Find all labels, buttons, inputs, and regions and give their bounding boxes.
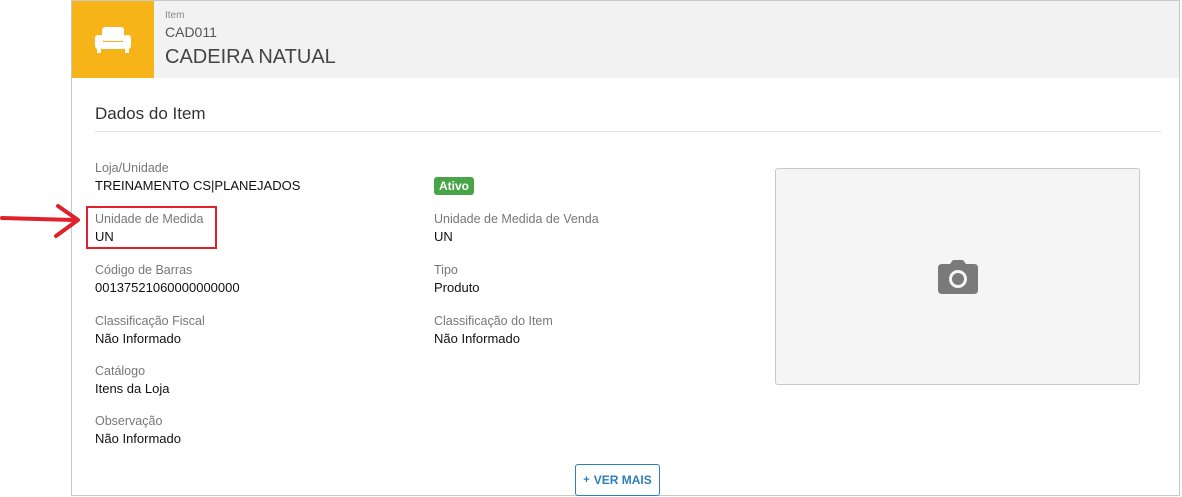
field-value: Não Informado <box>434 331 520 346</box>
camera-icon <box>937 259 978 294</box>
field-value: Não Informado <box>95 431 181 446</box>
field-value: UN <box>434 229 453 244</box>
plus-icon: + <box>583 474 590 486</box>
field-label: Tipo <box>434 263 458 277</box>
status-badge: Ativo <box>434 177 474 195</box>
item-label: Item <box>165 10 185 21</box>
section-title: Dados do Item <box>95 104 206 123</box>
field-value: Produto <box>434 280 480 295</box>
item-name: CADEIRA NATUAL <box>165 46 336 68</box>
field-label: Observação <box>95 414 163 428</box>
item-code: CAD011 <box>165 24 217 40</box>
field-label: Loja/Unidade <box>95 161 169 175</box>
section-divider <box>95 131 1161 132</box>
field-tipo: Tipo Produto <box>434 263 480 297</box>
field-value: TREINAMENTO CS|PLANEJADOS <box>95 178 301 193</box>
item-header-text: Item CAD011 CADEIRA NATUAL <box>165 10 336 69</box>
item-card: Item CAD011 CADEIRA NATUAL Dados do Item… <box>71 0 1180 496</box>
field-value: Itens da Loja <box>95 381 170 396</box>
field-label: Classificação Fiscal <box>95 314 205 328</box>
field-value: Não Informado <box>95 331 181 346</box>
field-label: Código de Barras <box>95 263 193 277</box>
field-classificacao-fiscal: Classificação Fiscal Não Informado <box>95 314 205 348</box>
field-label: Catálogo <box>95 364 146 378</box>
photo-upload-box[interactable] <box>775 168 1140 385</box>
field-loja-unidade: Loja/Unidade TREINAMENTO CS|PLANEJADOS <box>95 161 300 195</box>
arrow-annotation-icon <box>0 204 80 238</box>
field-codigo-barras: Código de Barras 00137521060000000000 <box>95 263 240 297</box>
ver-mais-label: VER MAIS <box>593 473 652 487</box>
field-observacao: Observação Não Informado <box>95 414 181 448</box>
highlight-box <box>86 206 217 249</box>
armchair-icon <box>95 26 131 53</box>
field-value: 00137521060000000000 <box>95 280 240 295</box>
field-classificacao-item: Classificação do Item Não Informado <box>434 314 553 348</box>
item-header: Item CAD011 CADEIRA NATUAL <box>72 1 1179 78</box>
field-unidade-medida-venda: Unidade de Medida de Venda UN <box>434 212 599 246</box>
field-catalogo: Catálogo Itens da Loja <box>95 364 169 398</box>
field-label: Classificação do Item <box>434 314 553 328</box>
field-label: Unidade de Medida de Venda <box>434 212 599 226</box>
item-icon-box <box>72 1 154 78</box>
ver-mais-button[interactable]: + VER MAIS <box>575 464 660 496</box>
